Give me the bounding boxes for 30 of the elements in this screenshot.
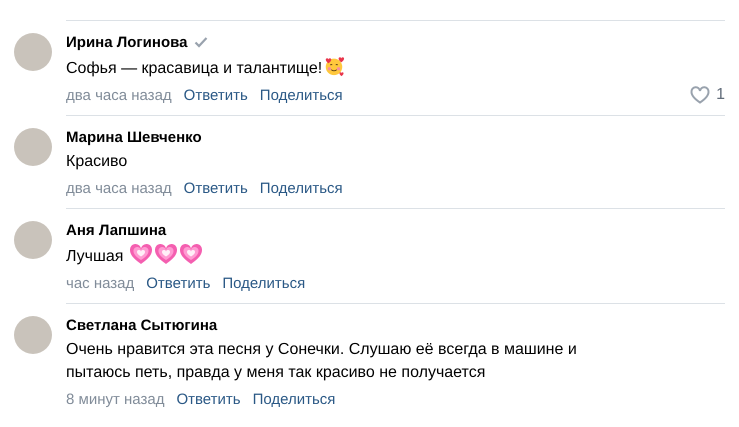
share-link[interactable]: Поделиться xyxy=(222,274,306,292)
avatar-photo-placeholder xyxy=(14,33,52,71)
heart-emoji-icon xyxy=(128,243,153,265)
avatar-photo-placeholder xyxy=(14,316,52,354)
author-name-link[interactable]: Марина Шевченко xyxy=(66,128,202,146)
reply-link[interactable]: Ответить xyxy=(146,274,210,292)
timestamp: час назад xyxy=(66,274,134,292)
avatar-photo-placeholder xyxy=(14,128,52,166)
smiling-face-with-hearts-icon xyxy=(323,55,346,77)
share-link[interactable]: Поделиться xyxy=(260,180,343,196)
heart-emoji-icon xyxy=(178,243,203,265)
comment-text: Лучшая xyxy=(66,248,124,265)
heart-emoji-icon xyxy=(154,243,178,265)
author-name-link[interactable]: Светлана Сытюгина xyxy=(66,316,218,334)
timestamp: два часа назад xyxy=(66,86,172,104)
reply-link[interactable]: Ответить xyxy=(184,180,248,196)
comment-text: Красиво xyxy=(66,153,128,170)
like-count: 1 xyxy=(716,86,725,104)
reply-link[interactable]: Ответить xyxy=(176,390,241,408)
comment-text: Очень нравится эта песня у Сонечки. Слушаю её всегда в машине и пытаюсь петь, правда у меня так красиво не получается xyxy=(66,341,577,381)
comment-text: Софья — красавица и талантище! xyxy=(66,60,322,77)
timestamp: 8 минут назад xyxy=(66,390,164,408)
heart-icon[interactable] xyxy=(690,86,710,104)
share-link[interactable]: Поделиться xyxy=(252,390,336,408)
author-name-link[interactable]: Аня Лапшина xyxy=(66,222,166,238)
share-link[interactable]: Поделиться xyxy=(260,86,343,104)
reply-link[interactable]: Ответить xyxy=(184,86,248,104)
timestamp: два часа назад xyxy=(66,180,172,196)
author-name-link[interactable]: Ирина Логинова xyxy=(66,34,188,50)
avatar-photo-placeholder xyxy=(14,221,52,259)
